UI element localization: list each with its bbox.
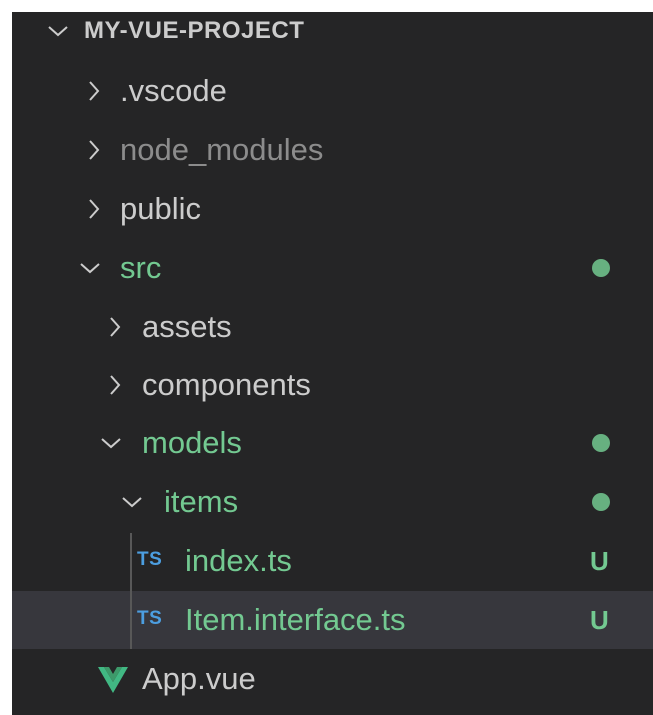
tree-item-label: src — [120, 250, 162, 285]
explorer-root-header[interactable]: MY-VUE-PROJECT — [12, 12, 653, 60]
tree-item-models[interactable]: models — [12, 414, 653, 472]
typescript-icon: TS — [137, 608, 163, 629]
tree-item-assets[interactable]: assets — [12, 298, 653, 356]
tree-item-src[interactable]: src — [12, 239, 653, 297]
tree-item-vscode[interactable]: .vscode — [12, 62, 653, 120]
tree-item-label: Item.interface.ts — [185, 602, 406, 637]
chevron-right-icon — [82, 180, 106, 238]
project-name: MY-VUE-PROJECT — [84, 17, 305, 44]
chevron-right-icon — [103, 298, 127, 356]
tree-item-label: items — [164, 484, 239, 519]
chevron-down-icon — [120, 473, 144, 531]
tree-item-item-interface-ts[interactable]: TS Item.interface.ts U — [12, 591, 653, 649]
tree-item-index-ts[interactable]: TS index.ts U — [12, 532, 653, 590]
tree-item-items[interactable]: items — [12, 473, 653, 531]
tree-item-label: index.ts — [185, 543, 292, 578]
chevron-right-icon — [82, 62, 106, 120]
git-status-dot — [592, 434, 610, 452]
tree-item-node-modules[interactable]: node_modules — [12, 121, 653, 179]
chevron-right-icon — [82, 121, 106, 179]
tree-item-label: App.vue — [142, 661, 256, 696]
chevron-right-icon — [103, 356, 127, 414]
chevron-down-icon — [99, 414, 123, 472]
file-explorer: MY-VUE-PROJECT .vscode node_modules publ… — [12, 12, 653, 715]
vue-icon — [98, 667, 128, 693]
indent-guide — [130, 533, 132, 649]
chevron-down-icon — [78, 239, 102, 297]
tree-item-label: node_modules — [120, 132, 324, 167]
typescript-icon: TS — [137, 549, 163, 570]
git-status-dot — [592, 493, 610, 511]
tree-item-label: .vscode — [120, 73, 227, 108]
chevron-down-icon — [46, 12, 70, 60]
tree-item-label: assets — [142, 309, 232, 344]
tree-item-label: public — [120, 191, 201, 226]
tree-item-label: models — [142, 425, 242, 460]
tree-item-app-vue[interactable]: App.vue — [12, 650, 653, 708]
tree-item-label: components — [142, 367, 311, 402]
tree-item-components[interactable]: components — [12, 356, 653, 414]
git-untracked-badge: U — [590, 546, 609, 576]
git-status-dot — [592, 259, 610, 277]
tree-item-public[interactable]: public — [12, 180, 653, 238]
git-untracked-badge: U — [590, 605, 609, 635]
